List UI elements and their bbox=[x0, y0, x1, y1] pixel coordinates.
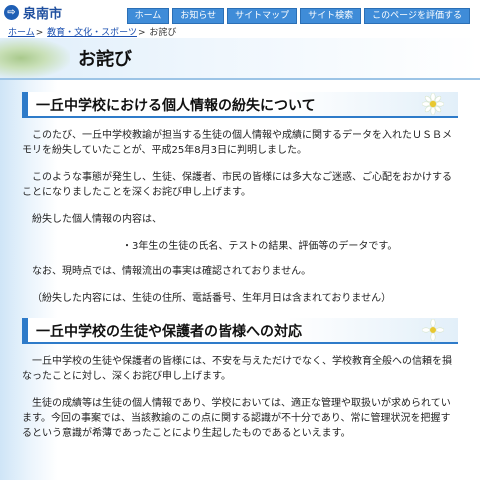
leaf-decoration-icon bbox=[0, 38, 70, 78]
nav-news-button[interactable]: お知らせ bbox=[172, 8, 225, 24]
global-nav: ホーム お知らせ サイトマップ サイト検索 このページを評価する bbox=[126, 8, 470, 24]
breadcrumb-separator: > bbox=[137, 28, 146, 38]
flower-icon bbox=[422, 319, 444, 341]
city-emblem-icon: ⇨ bbox=[4, 4, 19, 20]
section-heading: 一丘中学校の生徒や保護者の皆様への対応 bbox=[22, 318, 458, 344]
section-heading-text: 一丘中学校の生徒や保護者の皆様への対応 bbox=[36, 324, 302, 340]
site-logo[interactable]: ⇨ 泉南市 bbox=[4, 4, 63, 22]
paragraph: 生徒の成績等は生徒の個人情報であり、学校においては、適正な管理や取扱いが求められ… bbox=[22, 398, 451, 439]
breadcrumb-current: お詫び bbox=[149, 28, 177, 38]
breadcrumb-education-link[interactable]: 教育・文化・スポーツ bbox=[47, 28, 137, 38]
section-heading-text: 一丘中学校における個人情報の紛失について bbox=[36, 98, 316, 114]
title-banner: お詫び bbox=[0, 38, 480, 78]
header: ⇨ 泉南市 ホーム お知らせ サイトマップ サイト検索 このページを評価する bbox=[0, 0, 480, 24]
section-heading: 一丘中学校における個人情報の紛失について bbox=[22, 92, 458, 118]
breadcrumb: ホーム> 教育・文化・スポーツ> お詫び bbox=[8, 25, 176, 38]
main-content: 一丘中学校における個人情報の紛失について このたび、一丘中学校教諭が担当する生徒… bbox=[22, 92, 458, 453]
paragraph: （紛失した内容には、生徒の住所、電話番号、生年月日は含まれておりません） bbox=[32, 293, 392, 304]
paragraph: このような事態が発生し、生徒、保護者、市民の皆様には多大なご迷惑、ご心配をおかけ… bbox=[22, 172, 452, 198]
breadcrumb-separator: > bbox=[35, 28, 44, 38]
nav-rate-page-button[interactable]: このページを評価する bbox=[364, 8, 470, 24]
paragraph: このたび、一丘中学校教諭が担当する生徒の個人情報や成績に関するデータを入れたＵＳ… bbox=[22, 130, 452, 156]
nav-sitemap-button[interactable]: サイトマップ bbox=[227, 8, 298, 24]
nav-search-button[interactable]: サイト検索 bbox=[300, 8, 362, 24]
page-title: お詫び bbox=[78, 49, 132, 70]
flower-icon bbox=[422, 93, 444, 115]
paragraph: 紛失した個人情報の内容は、 bbox=[32, 214, 162, 225]
paragraph: なお、現時点では、情報流出の事実は確認されておりません。 bbox=[32, 266, 312, 277]
paragraph: 一丘中学校の生徒や保護者の皆様には、不安を与えただけでなく、学校教育全般への信頼… bbox=[22, 356, 452, 382]
list-item: ・3年生の生徒の氏名、テストの結果、評価等のデータです。 bbox=[122, 241, 398, 252]
breadcrumb-home-link[interactable]: ホーム bbox=[8, 28, 35, 38]
site-name: 泉南市 bbox=[23, 6, 63, 22]
nav-home-button[interactable]: ホーム bbox=[126, 8, 170, 24]
